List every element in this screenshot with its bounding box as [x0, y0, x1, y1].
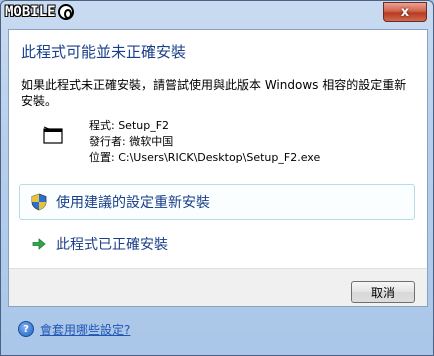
program-name: 程式: Setup_F2 [89, 119, 170, 132]
green-arrow-icon [30, 235, 48, 253]
program-location: 位置: C:\Users\RICK\Desktop\Setup_F2.exe [89, 151, 321, 164]
close-button[interactable]: x [383, 2, 427, 22]
reinstall-option[interactable]: 使用建議的設定重新安裝 [19, 184, 415, 220]
reinstall-option-label: 使用建議的設定重新安裝 [56, 195, 210, 211]
logo-text: MOBILE [5, 4, 56, 20]
program-info: 程式: Setup_F2 發行者: 微软中国 位置: C:\Users\RICK… [89, 118, 320, 166]
command-area: 取消 [9, 268, 427, 306]
cancel-button[interactable]: 取消 [351, 281, 415, 303]
installed-correctly-option[interactable]: 此程式已正確安裝 [19, 226, 415, 262]
program-window-icon [43, 126, 63, 144]
dialog-content: 此程式可能並未正確安裝 如果此程式未正確安裝，請嘗試使用與此版本 Windows… [8, 29, 428, 307]
dialog-description: 如果此程式未正確安裝，請嘗試使用與此版本 Windows 相容的設定重新安裝。 [21, 78, 407, 108]
uac-shield-icon [30, 193, 48, 211]
settings-help-link[interactable]: 會套用哪些設定? [40, 321, 130, 338]
dialog-window: MOBILE x 此程式可能並未正確安裝 如果此程式未正確安裝，請嘗試使用與此版… [0, 0, 434, 356]
close-icon: x [400, 4, 410, 20]
dialog-heading: 此程式可能並未正確安裝 [21, 43, 187, 61]
watermark-logo: MOBILE [5, 3, 74, 21]
logo-badge-icon [57, 4, 74, 20]
program-publisher: 發行者: 微软中国 [89, 135, 174, 148]
title-bar: MOBILE x [1, 1, 433, 29]
help-icon: ? [18, 321, 34, 337]
installed-correctly-option-label: 此程式已正確安裝 [56, 237, 168, 253]
dialog-footer: ? 會套用哪些設定? [8, 306, 426, 352]
